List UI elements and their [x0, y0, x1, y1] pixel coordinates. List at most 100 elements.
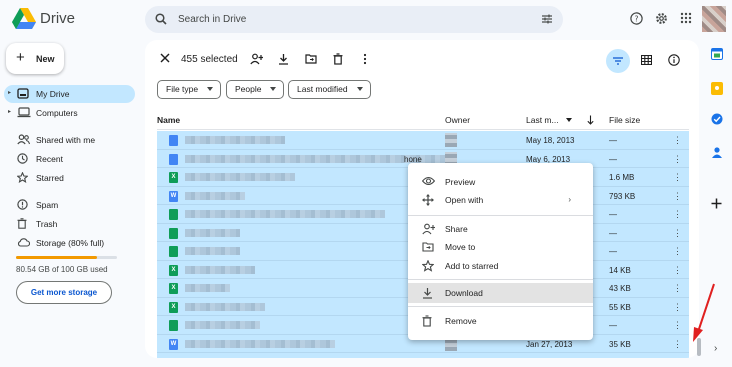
sidebar-item-spam[interactable]: Spam [4, 196, 135, 214]
add-apps-plus-icon[interactable] [711, 198, 722, 209]
annotation-arrow-icon [690, 282, 718, 344]
column-header-name[interactable]: Name [157, 115, 180, 125]
menu-item-preview[interactable]: Preview [408, 172, 593, 192]
details-info-icon[interactable] [668, 54, 680, 66]
menu-item-label: Share [445, 224, 468, 234]
show-side-panel-chevron-icon[interactable]: › [714, 343, 717, 354]
column-header-owner[interactable]: Owner [445, 115, 470, 125]
sidebar-item-my-drive[interactable]: ▸ My Drive [4, 85, 135, 103]
row-more-actions-icon[interactable]: ⋮ [673, 135, 682, 146]
storage-usage-bar [16, 256, 117, 259]
search-options-icon[interactable] [541, 13, 553, 25]
sidebar-item-trash[interactable]: Trash [4, 215, 135, 233]
sidebar-item-label: My Drive [36, 89, 70, 99]
selection-count: 455 selected [181, 54, 238, 65]
sort-direction-arrow-icon[interactable] [587, 115, 594, 125]
tasks-app-icon[interactable] [711, 113, 723, 125]
menu-item-label: Remove [445, 316, 477, 326]
expand-caret-icon[interactable]: ▸ [8, 89, 11, 96]
row-more-actions-icon[interactable]: ⋮ [673, 209, 682, 220]
menu-divider [408, 215, 593, 216]
row-more-actions-icon[interactable]: ⋮ [673, 172, 682, 183]
drive-logo-icon[interactable] [12, 8, 36, 30]
file-size-cell: — [609, 228, 617, 238]
sort-dropdown-icon[interactable] [566, 118, 572, 122]
redacted-file-name [185, 247, 240, 255]
filter-toggle-button[interactable] [606, 49, 630, 73]
open-with-icon [422, 194, 434, 206]
menu-item-remove[interactable]: Remove [408, 311, 593, 331]
grid-view-icon[interactable] [641, 55, 652, 65]
plus-icon: + [16, 49, 25, 66]
file-size-cell: — [609, 247, 617, 256]
clear-selection-close-icon[interactable] [160, 53, 170, 63]
app-name[interactable]: Drive [40, 10, 75, 27]
menu-item-add-to-starred[interactable]: Add to starred [408, 256, 593, 276]
contacts-app-icon[interactable] [711, 146, 723, 158]
context-menu: Preview Open with › Share Move to Add to… [408, 163, 593, 340]
apps-grid-icon[interactable] [680, 12, 692, 24]
row-more-actions-icon[interactable]: ⋮ [673, 302, 682, 313]
search-bar[interactable]: Search in Drive [145, 6, 563, 33]
row-more-actions-icon[interactable]: ⋮ [673, 246, 682, 257]
sidebar-item-recent[interactable]: Recent [4, 150, 135, 168]
help-icon[interactable]: ? [630, 12, 643, 25]
sidebar-item-label: Recent [36, 154, 63, 164]
share-icon[interactable] [250, 53, 263, 65]
menu-item-open-with[interactable]: Open with › [408, 190, 593, 210]
sidebar-item-computers[interactable]: ▸ Computers [4, 104, 135, 122]
get-more-storage-button[interactable]: Get more storage [16, 281, 112, 304]
sidebar-item-storage[interactable]: Storage (80% full) [4, 234, 135, 252]
menu-item-share[interactable]: Share [408, 219, 593, 239]
sidebar-item-shared-with-me[interactable]: Shared with me [4, 131, 135, 149]
keep-app-icon[interactable] [711, 82, 723, 95]
new-button-label: New [36, 54, 55, 64]
document-file-icon: W [169, 338, 178, 350]
row-more-actions-icon[interactable]: ⋮ [673, 339, 682, 350]
account-avatar[interactable] [702, 6, 726, 32]
search-input[interactable]: Search in Drive [178, 14, 246, 25]
people-icon [17, 134, 30, 145]
download-icon[interactable] [278, 53, 289, 65]
chip-label: File type [166, 84, 199, 94]
dropdown-arrow-icon [207, 87, 213, 91]
move-to-icon [422, 241, 434, 252]
drive-icon [17, 88, 29, 99]
file-type-filter-chip[interactable]: File type [157, 80, 221, 99]
sidebar-item-label: Shared with me [36, 135, 96, 145]
row-more-actions-icon[interactable]: ⋮ [673, 283, 682, 294]
sidebar-item-label: Computers [36, 108, 78, 118]
calendar-app-icon[interactable] [711, 48, 723, 60]
document-file-icon [169, 153, 178, 165]
row-more-actions-icon[interactable]: ⋮ [673, 228, 682, 239]
sidebar-item-label: Storage (80% full) [36, 238, 105, 248]
menu-item-move-to[interactable]: Move to [408, 237, 593, 257]
row-more-actions-icon[interactable]: ⋮ [673, 191, 682, 202]
row-more-actions-icon[interactable]: ⋮ [673, 154, 682, 165]
row-more-actions-icon[interactable]: ⋮ [673, 265, 682, 276]
spreadsheet-file-icon: X [169, 283, 178, 294]
search-icon[interactable] [155, 13, 167, 25]
row-more-actions-icon[interactable]: ⋮ [673, 320, 682, 331]
sidebar-item-starred[interactable]: Starred [4, 169, 135, 187]
filter-icon [613, 57, 623, 65]
column-header-file-size[interactable]: File size [609, 115, 640, 125]
share-icon [422, 223, 435, 235]
dropdown-arrow-icon [357, 87, 363, 91]
top-bar: Drive Search in Drive ? [0, 0, 732, 40]
move-to-folder-icon[interactable] [305, 53, 317, 64]
column-header-last-modified[interactable]: Last m... [526, 115, 559, 125]
people-filter-chip[interactable]: People [226, 80, 284, 99]
menu-item-download[interactable]: Download [408, 283, 593, 303]
last-modified-filter-chip[interactable]: Last modified [288, 80, 371, 99]
trash-icon[interactable] [333, 53, 343, 65]
more-actions-icon[interactable] [363, 53, 367, 65]
table-row[interactable]: May 18, 2013 — ⋮ [157, 131, 689, 150]
download-icon [422, 287, 433, 299]
new-button[interactable]: + New [6, 43, 64, 74]
menu-item-label: Open with [445, 195, 484, 205]
expand-caret-icon[interactable]: ▸ [8, 108, 11, 115]
computer-icon [17, 107, 31, 118]
document-file-icon: W [169, 190, 178, 202]
settings-gear-icon[interactable] [655, 12, 668, 25]
